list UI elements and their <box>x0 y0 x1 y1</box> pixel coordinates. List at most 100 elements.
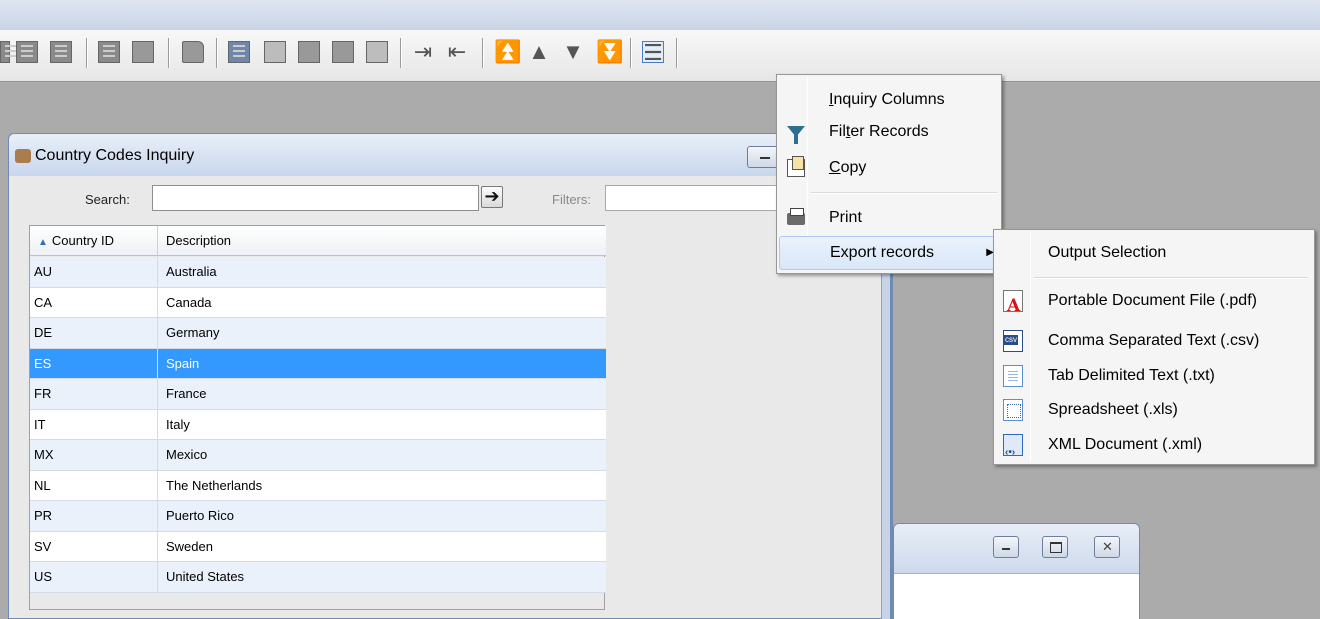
txt-icon <box>1003 365 1023 387</box>
cell-country-id: NL <box>30 470 158 500</box>
cell-country-id: US <box>30 562 158 592</box>
menu-item-inquiry-columns[interactable]: Inquiry Columns <box>779 83 999 117</box>
book-icon[interactable] <box>182 41 204 63</box>
cell-country-id: MX <box>30 440 158 470</box>
menu-item-export-csv[interactable]: Comma Separated Text (.csv) <box>996 324 1312 358</box>
menu-item-export-xls[interactable]: Spreadsheet (.xls) <box>996 393 1312 427</box>
first-record-icon[interactable] <box>0 41 17 63</box>
form-icon[interactable] <box>132 41 154 63</box>
filters-label: Filters: <box>552 192 591 207</box>
cell-description: The Netherlands <box>166 477 263 493</box>
cell-description: Italy <box>166 416 190 432</box>
cell-country-id: FR <box>30 379 158 409</box>
grid-dark-icon[interactable] <box>98 41 120 63</box>
table-row[interactable]: MX Mexico <box>30 440 606 471</box>
chart-icon[interactable] <box>264 41 286 63</box>
inquiry-window-titlebar[interactable]: Country Codes Inquiry <box>9 134 892 176</box>
table-row[interactable]: PR Puerto Rico <box>30 501 606 532</box>
country-grid: ▲ Country ID Description AU Australia CA Can… <box>29 225 606 610</box>
cell-description: Spain <box>166 355 200 371</box>
toolbar-separator <box>168 38 170 68</box>
cell-country-id: ES <box>30 348 158 378</box>
secondary-window-titlebar[interactable] <box>894 524 1139 574</box>
import-icon[interactable]: ⇥ <box>412 41 434 63</box>
first-page-icon[interactable] <box>16 41 38 63</box>
table-row[interactable]: FR France <box>30 379 606 410</box>
menu-separator <box>811 192 997 194</box>
pdf-icon <box>1003 289 1023 323</box>
cell-description: Puerto Rico <box>166 508 234 523</box>
move-down-icon[interactable]: ▼ <box>562 41 584 63</box>
menu-item-export-pdf[interactable]: Portable Document File (.pdf) <box>996 284 1312 323</box>
toolbar-separator <box>216 38 218 68</box>
copy-icon <box>787 156 805 177</box>
table-row[interactable]: ES Spain <box>30 348 606 379</box>
cell-country-id: CA <box>30 287 158 317</box>
xls-icon <box>1003 399 1023 421</box>
close-button[interactable] <box>1094 536 1120 558</box>
toolbar-separator <box>630 38 632 68</box>
title-bar <box>0 0 1320 30</box>
cell-description: Sweden <box>166 538 213 554</box>
column-header-country-id[interactable]: ▲ Country ID <box>30 226 158 256</box>
secondary-window[interactable] <box>893 523 1140 619</box>
calculator-icon[interactable] <box>228 41 250 63</box>
table-row[interactable]: NL The Netherlands <box>30 470 606 501</box>
toolbar: ⇥ ⇤ ⏫ ▲ ▼ ⏬ ☰ <box>0 30 1320 82</box>
filters-input[interactable] <box>605 185 780 211</box>
menu-item-copy[interactable]: Copy <box>779 151 999 185</box>
toolbar-separator <box>86 38 88 68</box>
menu-header-output-selection: Output Selection <box>1048 244 1167 261</box>
move-top-icon[interactable]: ⏫ <box>494 41 521 63</box>
move-up-icon[interactable]: ▲ <box>528 41 550 63</box>
export-submenu: Output Selection Portable Document File … <box>993 229 1315 470</box>
cell-description: United States <box>166 569 245 584</box>
filter-icon <box>787 126 805 144</box>
edit-icon[interactable] <box>366 41 388 63</box>
context-menu: Inquiry Columns Filter Records Copy Prin… <box>776 74 1002 274</box>
search-input[interactable] <box>152 185 479 211</box>
export-icon[interactable]: ⇤ <box>446 41 468 63</box>
menu-separator <box>1034 277 1308 279</box>
toolbar-separator <box>482 38 484 68</box>
sort-ascending-icon: ▲ <box>38 237 48 248</box>
move-bottom-icon[interactable]: ⏬ <box>596 41 623 63</box>
print-icon <box>787 208 805 225</box>
menu-item-filter-records[interactable]: Filter Records <box>779 115 999 149</box>
window-title: Country Codes Inquiry <box>35 147 195 164</box>
cell-country-id: DE <box>30 318 158 348</box>
cell-description: Mexico <box>166 447 208 462</box>
paste-icon[interactable] <box>332 41 354 63</box>
table-row[interactable]: DE Germany <box>30 318 606 349</box>
cell-description: Australia <box>166 264 217 279</box>
cell-description: France <box>166 386 207 401</box>
cell-country-id: SV <box>30 531 158 561</box>
column-header-label: Country ID <box>51 233 115 248</box>
menu-item-export-records[interactable]: Export records ▶ <box>779 236 999 270</box>
menu-item-export-xml[interactable]: XML Document (.xml) <box>996 428 1312 470</box>
minimize-button[interactable] <box>993 536 1019 558</box>
table-row[interactable]: IT Italy <box>30 409 606 440</box>
maximize-button[interactable] <box>1042 536 1068 558</box>
cell-country-id: AU <box>30 257 158 287</box>
menu-item-export-txt[interactable]: Tab Delimited Text (.txt) <box>996 359 1312 393</box>
cell-country-id: PR <box>30 501 158 531</box>
toolbar-separator <box>400 38 402 68</box>
toolbar-separator <box>676 38 678 68</box>
copy-records-icon[interactable] <box>298 41 320 63</box>
grid-icon[interactable] <box>50 41 72 63</box>
column-header-description[interactable]: Description <box>158 226 606 256</box>
table-row[interactable]: US United States <box>30 562 606 593</box>
xml-icon <box>1003 434 1023 470</box>
inquiry-window: Country Codes Inquiry Search: ➔ Filters:… <box>8 133 893 619</box>
table-row[interactable]: SV Sweden <box>30 531 606 562</box>
cell-description: Canada <box>166 294 212 310</box>
report-menu-icon[interactable]: ☰ <box>642 41 664 64</box>
table-row[interactable]: CA Canada <box>30 287 606 318</box>
search-go-button[interactable]: ➔ <box>481 186 503 208</box>
grid-header: ▲ Country ID Description <box>30 226 606 256</box>
menu-item-print[interactable]: Print <box>779 201 999 235</box>
cell-description: Germany <box>166 325 220 340</box>
table-row[interactable]: AU Australia <box>30 257 606 288</box>
search-label: Search: <box>85 192 130 207</box>
